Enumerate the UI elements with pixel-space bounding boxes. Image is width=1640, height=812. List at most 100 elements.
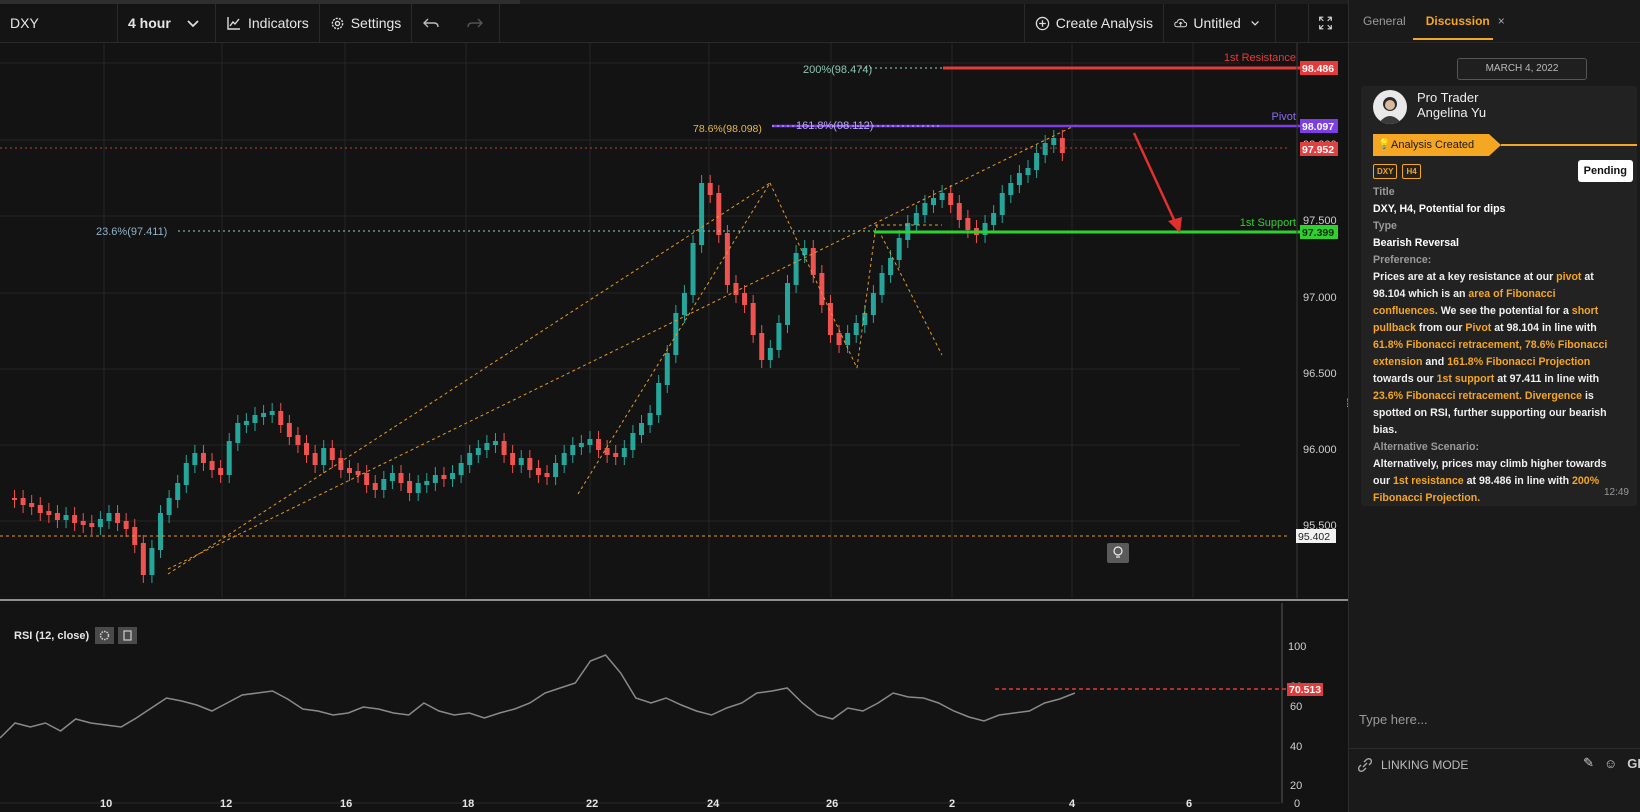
candle-body: [913, 213, 919, 225]
fullscreen-button[interactable]: [1308, 4, 1348, 42]
candle-body: [948, 193, 954, 205]
gear-icon: [331, 17, 344, 29]
candle-body: [647, 413, 653, 425]
candle-body: [80, 521, 86, 525]
svg-text:22: 22: [586, 798, 598, 810]
type-value: Bearish Reversal: [1373, 237, 1459, 249]
candle-body: [965, 218, 971, 230]
candle-body: [664, 353, 670, 385]
candle-body: [1042, 143, 1048, 155]
candle-body: [570, 445, 576, 455]
svg-text:4: 4: [1069, 798, 1076, 810]
close-icon[interactable]: ×: [1498, 14, 1505, 28]
gif-icon[interactable]: GI: [1627, 756, 1640, 771]
candle-body: [192, 453, 198, 465]
candle-body: [690, 243, 696, 295]
candle-body: [578, 443, 584, 447]
chart-line-icon: [227, 17, 240, 30]
candle-body: [853, 323, 859, 335]
resistance-label: 1st Resistance: [1224, 52, 1296, 64]
candle-body: [1059, 138, 1065, 153]
price-badge-support: 97.399: [1300, 225, 1338, 239]
svg-text:0: 0: [1294, 798, 1300, 810]
linking-mode-label: LINKING MODE: [1381, 758, 1469, 772]
symbol-selector[interactable]: DXY: [0, 4, 118, 42]
candle-body: [613, 453, 619, 457]
link-icon: [1358, 758, 1372, 772]
tab-general[interactable]: General: [1363, 14, 1406, 28]
settings-label: Settings: [350, 15, 402, 31]
svg-text:40: 40: [1290, 741, 1302, 753]
title-value: DXY, H4, Potential for dips: [1373, 203, 1506, 215]
candle-body: [1034, 153, 1040, 170]
type-label: Type: [1373, 220, 1397, 232]
candle-body: [587, 439, 593, 445]
candle-body: [870, 293, 876, 315]
candle-body: [776, 323, 782, 350]
message-input[interactable]: Type here...: [1359, 712, 1428, 727]
tab-discussion[interactable]: Discussion ×: [1426, 14, 1505, 28]
candle-body: [183, 463, 189, 485]
support-label: 1st Support: [1240, 217, 1296, 229]
idea-bulb-icon[interactable]: [1107, 543, 1129, 563]
candle-body: [175, 483, 181, 500]
candle-body: [827, 303, 833, 335]
price-badge-resistance: 98.486: [1300, 61, 1338, 75]
author-line2: Angelina Yu: [1417, 105, 1487, 120]
candle-body: [561, 453, 567, 465]
emoji-icon[interactable]: ☺: [1604, 756, 1617, 771]
candle-body: [544, 473, 550, 477]
undo-button[interactable]: [412, 4, 456, 42]
alternative-text: Alternatively, prices may climb higher t…: [1373, 458, 1607, 504]
symbol-label: DXY: [10, 15, 39, 31]
indicators-button[interactable]: Indicators: [216, 4, 320, 42]
candle-body: [475, 448, 481, 455]
candle-body: [97, 519, 103, 527]
active-tab-underline: [1413, 38, 1493, 40]
candle-body: [467, 453, 473, 465]
candle-body: [707, 183, 713, 195]
price-chart[interactable]: 1st Resistance Pivot 1st Support 200%(98…: [0, 43, 1348, 812]
candle-body: [115, 513, 121, 523]
redo-button[interactable]: [456, 4, 501, 42]
rsi-settings-button[interactable]: [95, 627, 114, 644]
candle-body: [596, 439, 602, 450]
candle-body: [278, 411, 284, 425]
layout-dropdown[interactable]: Untitled: [1164, 4, 1276, 42]
fib-236-label: 23.6%(97.411): [96, 226, 167, 238]
candle-body: [286, 423, 292, 437]
chart-area[interactable]: 1st Resistance Pivot 1st Support 200%(98…: [0, 43, 1348, 812]
interval-dropdown[interactable]: 4 hour: [118, 4, 216, 42]
toolbar-spacer: [500, 4, 1025, 42]
svg-text:6: 6: [1186, 798, 1192, 810]
rsi-label: RSI (12, close): [14, 630, 90, 642]
candle-body: [441, 475, 447, 479]
candle-body: [510, 453, 516, 465]
settings-button[interactable]: Settings: [320, 4, 413, 42]
candle-body: [630, 433, 636, 450]
candle-body: [329, 448, 335, 460]
candle-body: [501, 441, 507, 455]
svg-text:12: 12: [220, 798, 232, 810]
svg-text:60: 60: [1290, 701, 1302, 713]
candle-body: [12, 498, 17, 500]
fib-lines: [0, 123, 1290, 575]
candlestick-series: [12, 130, 1065, 583]
candle-body: [321, 448, 327, 465]
candle-body: [235, 423, 241, 443]
rsi-delete-button[interactable]: [118, 627, 137, 644]
author-name: Pro Trader Angelina Yu: [1417, 90, 1486, 120]
rsi-value-text: 70.513: [1289, 684, 1321, 696]
fib-1618-label: 161.8%(98.112): [796, 120, 873, 132]
candle-body: [819, 273, 825, 305]
svg-text:100: 100: [1288, 641, 1306, 653]
pivot-label: Pivot: [1272, 111, 1296, 123]
linking-mode-toggle[interactable]: LINKING MODE: [1357, 757, 1468, 773]
candle-body: [158, 513, 164, 550]
candle-body: [999, 193, 1005, 215]
paperclip-icon[interactable]: ✎: [1583, 755, 1594, 771]
chevron-down-icon: [1251, 20, 1259, 26]
candle-body: [492, 441, 498, 445]
candle-body: [656, 383, 662, 415]
create-analysis-button[interactable]: Create Analysis: [1025, 4, 1164, 42]
